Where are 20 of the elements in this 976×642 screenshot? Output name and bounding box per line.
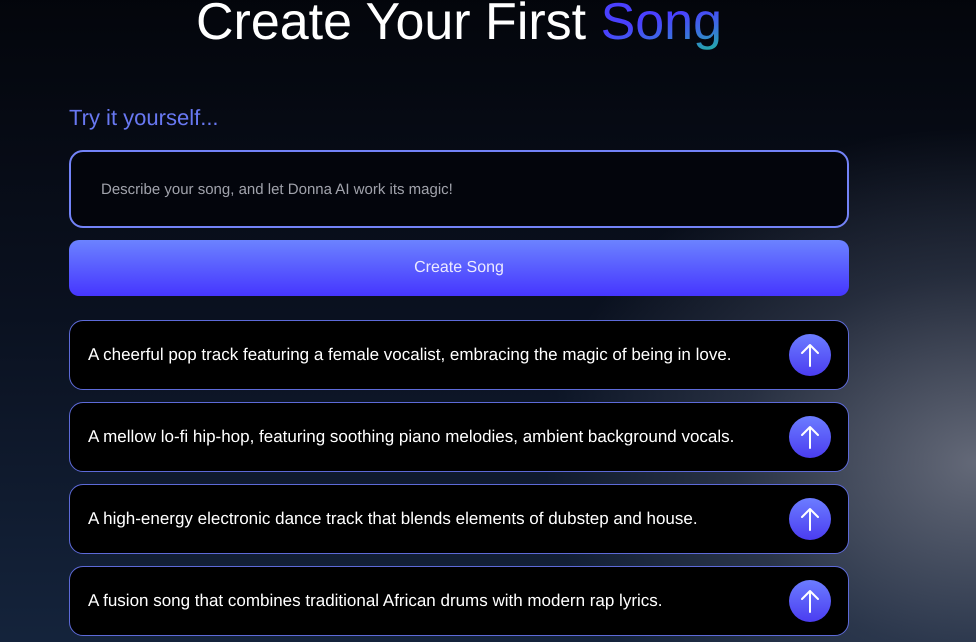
song-description-field[interactable]: Describe your song, and let Donna AI work its magic! <box>69 150 849 228</box>
prompt-text: A high-energy electronic dance track that blends elements of dubstep and house. <box>88 509 698 529</box>
prompt-suggestion-card[interactable]: A mellow lo-fi hip-hop, featuring soothing piano melodies, ambient background vocals. <box>69 402 849 472</box>
prompt-text: A cheerful pop track featuring a female vocalist, embracing the magic of being in love. <box>88 345 732 365</box>
use-prompt-button[interactable] <box>789 334 831 376</box>
prompt-text: A mellow lo-fi hip-hop, featuring soothing piano melodies, ambient background vocals. <box>88 427 734 447</box>
prompt-suggestion-card[interactable]: A cheerful pop track featuring a female vocalist, embracing the magic of being in love. <box>69 320 849 390</box>
prompt-suggestion-card[interactable]: A fusion song that combines traditional African drums with modern rap lyrics. <box>69 566 849 636</box>
use-prompt-button[interactable] <box>789 580 831 622</box>
arrow-up-icon <box>800 589 820 613</box>
try-it-label: Try it yourself... <box>69 105 219 131</box>
use-prompt-button[interactable] <box>789 498 831 540</box>
page-title: Create Your First Song <box>196 0 722 50</box>
use-prompt-button[interactable] <box>789 416 831 458</box>
arrow-up-icon <box>800 507 820 531</box>
create-song-button[interactable]: Create Song <box>69 240 849 296</box>
arrow-up-icon <box>800 343 820 367</box>
prompt-text: A fusion song that combines traditional African drums with modern rap lyrics. <box>88 591 662 611</box>
arrow-up-icon <box>800 425 820 449</box>
prompt-suggestion-card[interactable]: A high-energy electronic dance track that blends elements of dubstep and house. <box>69 484 849 554</box>
